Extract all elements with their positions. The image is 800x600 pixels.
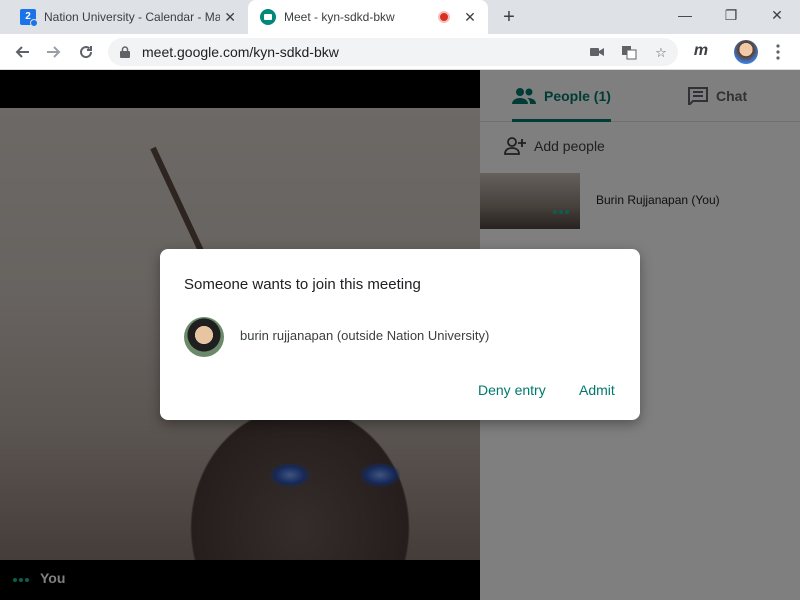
address-bar[interactable]: meet.google.com/kyn-sdkd-bkw ☆ — [108, 38, 678, 66]
join-request-dialog: Someone wants to join this meeting burin… — [160, 249, 640, 420]
tab-strip: 2 Nation University - Calendar - Ma ✕ Me… — [0, 0, 800, 34]
dialog-title: Someone wants to join this meeting — [184, 276, 421, 293]
requester-avatar — [184, 317, 224, 357]
minimize-button[interactable]: — — [662, 0, 708, 30]
calendar-icon: 2 — [20, 9, 38, 27]
close-tab-icon[interactable]: ✕ — [460, 9, 480, 26]
extension-m-icon[interactable]: m — [692, 42, 710, 60]
camera-icon[interactable] — [588, 44, 606, 62]
back-button[interactable] — [10, 40, 34, 64]
meet-icon — [260, 9, 276, 25]
browser-menu-icon[interactable] — [766, 40, 790, 64]
back-arrow-icon — [15, 46, 29, 58]
close-tab-icon[interactable]: ✕ — [220, 9, 240, 26]
recording-icon — [438, 11, 450, 23]
requester-name: burin rujjanapan (outside Nation Univers… — [240, 328, 490, 343]
forward-button[interactable] — [42, 40, 66, 64]
close-window-button[interactable]: ✕ — [754, 0, 800, 30]
tab-title: Meet - kyn-sdkd-bkw — [284, 10, 395, 24]
browser-toolbar: meet.google.com/kyn-sdkd-bkw ☆ m — [0, 34, 800, 70]
reload-icon — [80, 46, 93, 59]
forward-arrow-icon — [47, 46, 61, 58]
maximize-button[interactable]: ❐ — [708, 0, 754, 30]
lock-icon — [120, 46, 130, 58]
tab-calendar[interactable]: 2 Nation University - Calendar - Ma ✕ — [8, 0, 248, 34]
translate-icon[interactable] — [620, 44, 638, 62]
profile-avatar[interactable] — [734, 40, 758, 64]
deny-entry-button[interactable]: Deny entry — [478, 382, 546, 398]
reload-button[interactable] — [74, 40, 98, 64]
new-tab-button[interactable]: + — [498, 6, 520, 28]
tab-meet[interactable]: Meet - kyn-sdkd-bkw ✕ — [248, 0, 488, 34]
tab-title: Nation University - Calendar - Ma — [44, 10, 221, 24]
url-text: meet.google.com/kyn-sdkd-bkw — [142, 44, 339, 60]
admit-button[interactable]: Admit — [579, 382, 615, 398]
bookmark-star-icon[interactable]: ☆ — [652, 44, 670, 62]
